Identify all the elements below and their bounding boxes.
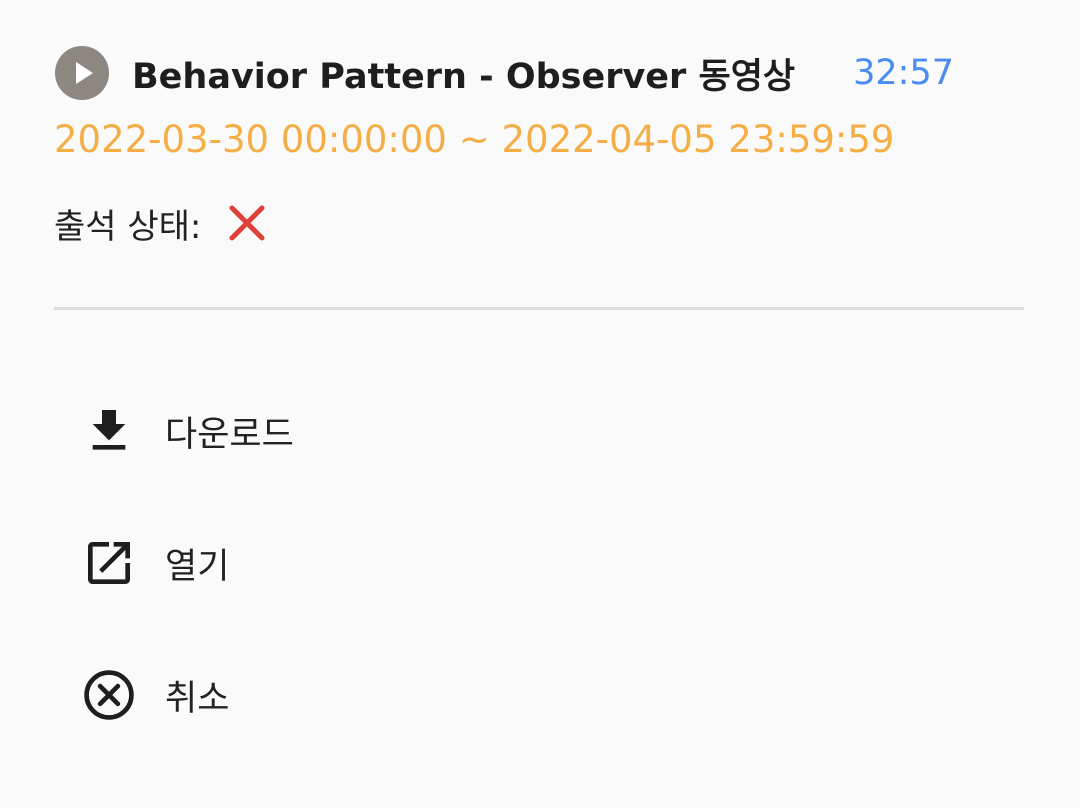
video-period: 2022-03-30 00:00:00 ~ 2022-04-05 23:59:5… <box>54 118 895 161</box>
red-x-icon <box>229 205 265 241</box>
divider <box>54 307 1024 310</box>
cancel-label: 취소 <box>165 678 230 719</box>
open-button[interactable]: 열기 <box>54 520 1024 606</box>
action-sheet: Behavior Pattern - Observer 동영상 32:57 20… <box>0 0 1080 808</box>
open-label: 열기 <box>165 546 230 587</box>
cancel-circle-icon <box>54 652 164 738</box>
play-circle-icon[interactable] <box>54 45 110 101</box>
cancel-button[interactable]: 취소 <box>54 652 1024 738</box>
video-title: Behavior Pattern - Observer 동영상 <box>132 56 796 97</box>
download-icon <box>54 388 164 474</box>
open-in-new-icon <box>54 520 164 606</box>
download-label: 다운로드 <box>165 414 294 455</box>
attendance-label: 출석 상태: <box>54 206 202 247</box>
attendance-status: 출석 상태: <box>54 198 267 248</box>
video-header: Behavior Pattern - Observer 동영상 32:57 <box>54 44 954 102</box>
download-button[interactable]: 다운로드 <box>54 388 1024 474</box>
video-duration: 32:57 <box>853 53 954 93</box>
